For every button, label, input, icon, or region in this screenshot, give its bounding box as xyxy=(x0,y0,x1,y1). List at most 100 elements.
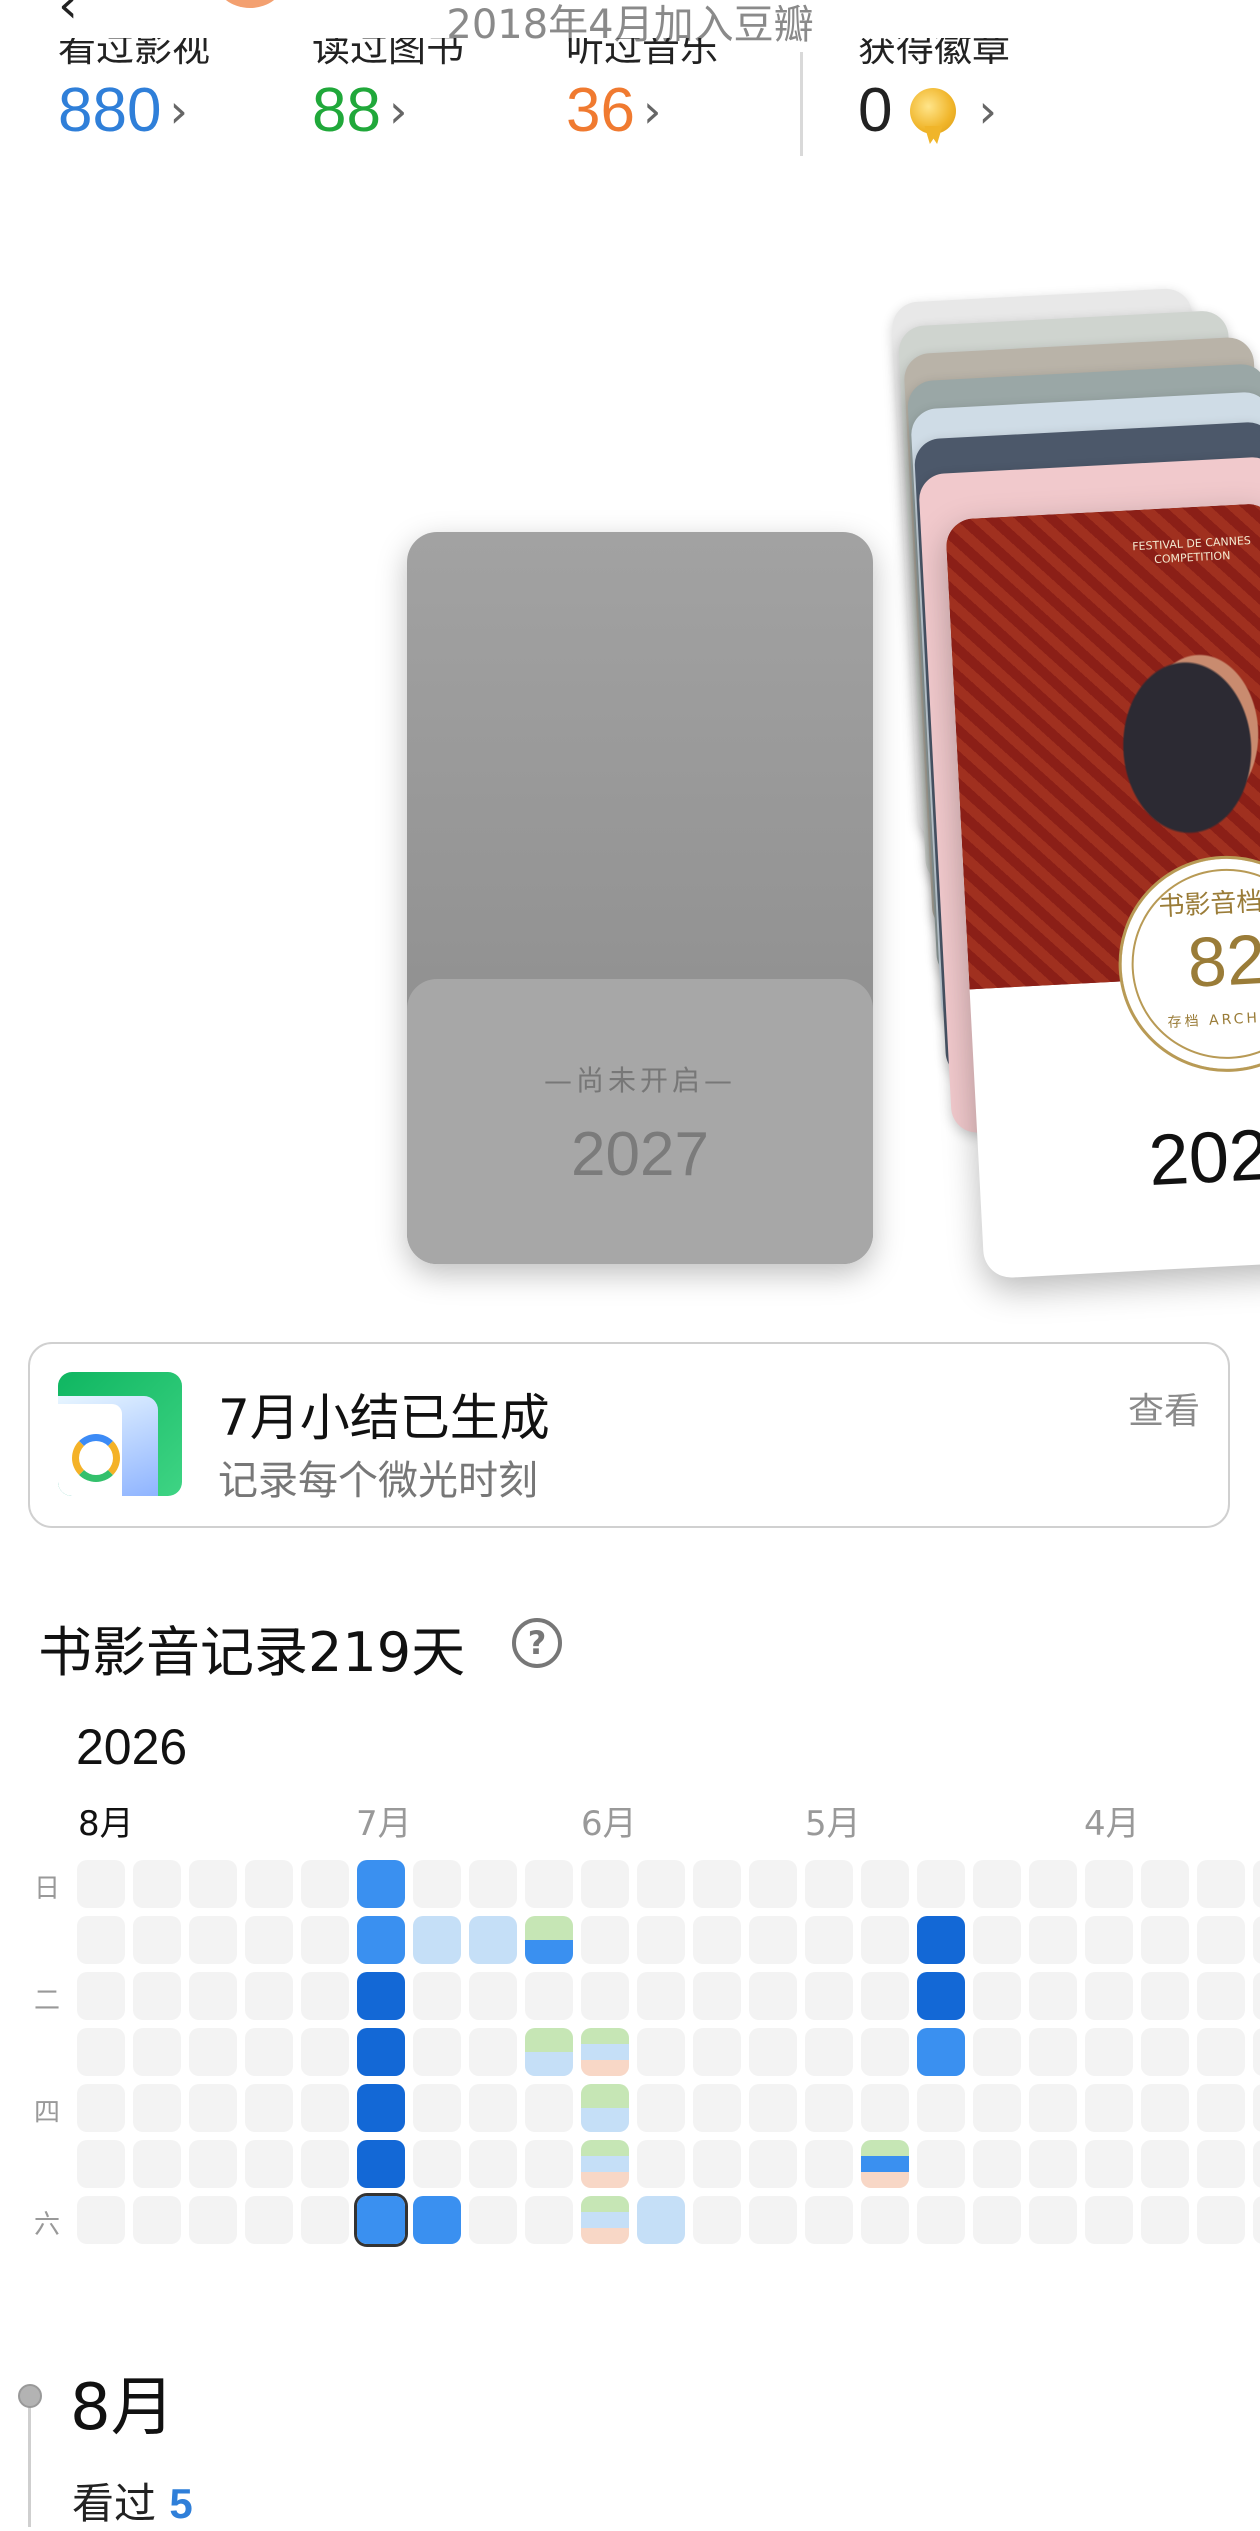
heatmap-cell[interactable] xyxy=(637,2084,685,2132)
heatmap-cell[interactable] xyxy=(917,2140,965,2188)
heatmap-cell[interactable] xyxy=(301,2140,349,2188)
heatmap-cell[interactable] xyxy=(1141,2028,1189,2076)
heatmap-cell[interactable] xyxy=(917,2196,965,2244)
heatmap-cell[interactable] xyxy=(133,2084,181,2132)
heatmap-cell[interactable] xyxy=(1197,2196,1245,2244)
heatmap-cell[interactable] xyxy=(1029,2084,1077,2132)
heatmap-cell[interactable] xyxy=(525,2140,573,2188)
heatmap-cell[interactable] xyxy=(413,1860,461,1908)
heatmap-cell[interactable] xyxy=(805,1916,853,1964)
heatmap-cell[interactable] xyxy=(301,1972,349,2020)
heatmap-cell[interactable] xyxy=(805,2028,853,2076)
heatmap-cell[interactable] xyxy=(973,2084,1021,2132)
heatmap-cell[interactable] xyxy=(413,2196,461,2244)
heatmap-cell[interactable] xyxy=(637,1972,685,2020)
heatmap-cell[interactable] xyxy=(525,2084,573,2132)
heatmap-cell[interactable] xyxy=(749,2196,797,2244)
heatmap-cell[interactable] xyxy=(1085,2028,1133,2076)
heatmap-cell[interactable] xyxy=(1197,1860,1245,1908)
heatmap-cell[interactable] xyxy=(1141,1972,1189,2020)
heatmap-cell[interactable] xyxy=(805,1972,853,2020)
heatmap-cell[interactable] xyxy=(525,1860,573,1908)
heatmap-cell[interactable] xyxy=(861,1972,909,2020)
heatmap-cell[interactable] xyxy=(749,1972,797,2020)
heatmap-cell[interactable] xyxy=(973,2140,1021,2188)
heatmap-cell[interactable] xyxy=(469,2196,517,2244)
heatmap-cell[interactable] xyxy=(637,2196,685,2244)
heatmap-cell[interactable] xyxy=(861,2140,909,2188)
heatmap-cell[interactable] xyxy=(189,2140,237,2188)
heatmap-cell[interactable] xyxy=(413,1916,461,1964)
heatmap-cell[interactable] xyxy=(133,1860,181,1908)
heatmap-cell[interactable] xyxy=(1197,2084,1245,2132)
heatmap-cell[interactable] xyxy=(413,2084,461,2132)
heatmap-cell[interactable] xyxy=(469,1916,517,1964)
heatmap-cell[interactable] xyxy=(861,1916,909,1964)
heatmap-cell[interactable] xyxy=(917,1972,965,2020)
heatmap-cell[interactable] xyxy=(301,2028,349,2076)
watched-summary[interactable]: 看过 5 xyxy=(72,2470,193,2531)
heatmap-cell[interactable] xyxy=(133,2196,181,2244)
heatmap-cell[interactable] xyxy=(301,1860,349,1908)
heatmap-cell[interactable] xyxy=(637,2028,685,2076)
heatmap-cell[interactable] xyxy=(693,2084,741,2132)
heatmap-cell[interactable] xyxy=(1085,2084,1133,2132)
heatmap-cell[interactable] xyxy=(1141,1916,1189,1964)
heatmap-cell[interactable] xyxy=(189,1916,237,1964)
heatmap-cell[interactable] xyxy=(245,2140,293,2188)
heatmap-cell[interactable] xyxy=(77,1916,125,1964)
heatmap-cell[interactable] xyxy=(1141,1860,1189,1908)
heatmap-cell[interactable] xyxy=(917,1860,965,1908)
heatmap-cell[interactable] xyxy=(1253,1972,1260,2020)
heatmap-cell[interactable] xyxy=(749,2084,797,2132)
heatmap-cell[interactable] xyxy=(469,2140,517,2188)
heatmap-cell[interactable] xyxy=(805,2084,853,2132)
heatmap-cell[interactable] xyxy=(1085,2196,1133,2244)
heatmap-cell[interactable] xyxy=(1197,1916,1245,1964)
heatmap-cell[interactable] xyxy=(301,1916,349,1964)
view-link[interactable]: 查看 xyxy=(1128,1382,1200,1434)
heatmap-cell[interactable] xyxy=(189,2196,237,2244)
heatmap-cell[interactable] xyxy=(1253,2196,1260,2244)
heatmap-cell[interactable] xyxy=(1029,2196,1077,2244)
heatmap-cell[interactable] xyxy=(1253,2084,1260,2132)
stat-badges[interactable]: 获得徽章 0 › xyxy=(858,38,1010,146)
year-card-2026[interactable]: FESTIVAL DE CANNES COMPETITION 书影音档案 82 … xyxy=(945,502,1260,1279)
heatmap-cell[interactable] xyxy=(581,1916,629,1964)
heatmap-cell[interactable] xyxy=(469,1860,517,1908)
heatmap-cell[interactable] xyxy=(693,1860,741,1908)
heatmap-cell[interactable] xyxy=(861,2028,909,2076)
heatmap-cell[interactable] xyxy=(357,2028,405,2076)
heatmap-cell[interactable] xyxy=(245,1916,293,1964)
heatmap-cell[interactable] xyxy=(1029,1972,1077,2020)
heatmap-cell[interactable] xyxy=(413,1972,461,2020)
heatmap-cell[interactable] xyxy=(245,2028,293,2076)
heatmap-cell[interactable] xyxy=(245,2084,293,2132)
heatmap-cell[interactable] xyxy=(189,2084,237,2132)
heatmap-cell[interactable] xyxy=(1085,2140,1133,2188)
heatmap-cell[interactable] xyxy=(413,2140,461,2188)
heatmap-cell[interactable] xyxy=(357,1860,405,1908)
heatmap-cell[interactable] xyxy=(1197,2140,1245,2188)
heatmap-cell[interactable] xyxy=(973,2028,1021,2076)
heatmap-cell[interactable] xyxy=(973,2196,1021,2244)
heatmap-cell[interactable] xyxy=(357,1972,405,2020)
heatmap-cell[interactable] xyxy=(1141,2196,1189,2244)
heatmap-cell[interactable] xyxy=(525,1972,573,2020)
heatmap-cell[interactable] xyxy=(77,2140,125,2188)
heatmap-cell[interactable] xyxy=(1029,2028,1077,2076)
heatmap-cell[interactable] xyxy=(1253,2028,1260,2076)
heatmap-cell[interactable] xyxy=(917,2084,965,2132)
heatmap-cell[interactable] xyxy=(1253,1916,1260,1964)
heatmap-cell[interactable] xyxy=(133,2028,181,2076)
heatmap-cell[interactable] xyxy=(637,1916,685,1964)
heatmap-cell[interactable] xyxy=(693,2140,741,2188)
heatmap-cell[interactable] xyxy=(357,2084,405,2132)
heatmap-cell[interactable] xyxy=(301,2084,349,2132)
heatmap-cell[interactable] xyxy=(1197,1972,1245,2020)
heatmap-cell[interactable] xyxy=(1085,1860,1133,1908)
heatmap-cell[interactable] xyxy=(413,2028,461,2076)
heatmap-cell[interactable] xyxy=(245,1860,293,1908)
heatmap-cell[interactable] xyxy=(861,1860,909,1908)
heatmap-cell[interactable] xyxy=(245,2196,293,2244)
